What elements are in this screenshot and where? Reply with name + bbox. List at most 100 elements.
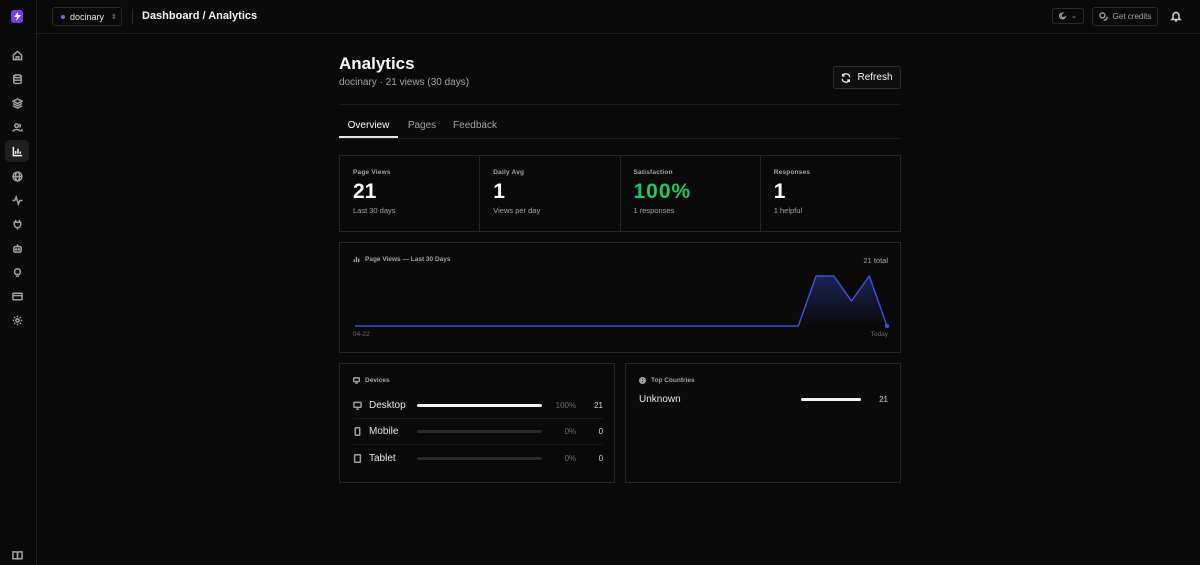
- gear-icon: [12, 315, 22, 325]
- tab-bar: Overview Pages Feedback: [339, 116, 901, 139]
- devices-title: Devices: [365, 377, 390, 384]
- sidebar-item-activity[interactable]: [5, 189, 29, 211]
- device-name: Tablet: [369, 452, 396, 464]
- stat-value: 100%: [633, 180, 692, 203]
- sidebar-item-settings[interactable]: [5, 309, 29, 331]
- country-bar: [801, 397, 861, 401]
- devices-header: Devices: [353, 377, 390, 384]
- bot-icon: [12, 243, 22, 253]
- monitor-icon: [353, 401, 362, 410]
- page-subtitle: docinary · 21 views (30 days): [339, 77, 470, 88]
- stat-value: 1: [773, 180, 786, 203]
- sidebar-item-bot[interactable]: [5, 237, 29, 259]
- page-title: Analytics: [339, 54, 415, 73]
- get-credits-button[interactable]: Get credits: [1092, 7, 1158, 26]
- countries-title: Top Countries: [651, 377, 695, 384]
- chart-total: 21 total: [863, 256, 888, 265]
- notifications-button[interactable]: [1169, 9, 1183, 23]
- tab-feedback[interactable]: Feedback: [448, 116, 502, 138]
- theme-toggle-button[interactable]: ⌄: [1052, 8, 1084, 24]
- device-bar: [416, 404, 543, 407]
- tablet-icon: [353, 453, 362, 463]
- refresh-icon: [842, 72, 851, 83]
- refresh-label: Refresh: [857, 72, 893, 83]
- stat-sub: 1 helpful: [773, 206, 803, 215]
- device-row-mobile: Mobile 0% 0: [353, 419, 603, 445]
- breadcrumb: Dashboard / Analytics: [142, 10, 258, 22]
- sidebar-item-users[interactable]: [5, 116, 29, 138]
- sidebar-item-database[interactable]: [5, 68, 29, 90]
- sidebar-item-analytics[interactable]: [5, 140, 29, 162]
- stat-page-views: Page Views 21 Last 30 days: [340, 156, 481, 231]
- book-icon: [11, 550, 23, 560]
- sidebar-item-ideas[interactable]: [5, 261, 29, 283]
- country-bar-fill: [801, 397, 861, 401]
- country-name: Unknown: [639, 393, 681, 405]
- page-views-chart: [355, 274, 889, 329]
- workspace-dot-icon: [61, 14, 65, 19]
- bar-chart-icon: [12, 146, 22, 156]
- moon-icon: [1059, 12, 1067, 20]
- device-bar: [416, 456, 543, 460]
- x-axis-end-label: Today: [870, 331, 888, 338]
- device-percent: 0%: [564, 427, 577, 436]
- sidebar-item-home[interactable]: [5, 44, 29, 66]
- stat-value: 21: [353, 180, 377, 203]
- device-count: 21: [594, 401, 604, 410]
- device-count: 0: [598, 453, 604, 463]
- workspace-selector[interactable]: docinary ⇕: [52, 7, 122, 26]
- chart-header: Page Views — Last 30 Days: [353, 256, 451, 263]
- tab-pages[interactable]: Pages: [402, 116, 442, 138]
- stat-sub: 1 responses: [633, 206, 675, 215]
- get-credits-label: Get credits: [1112, 12, 1152, 21]
- lightbulb-icon: [13, 267, 21, 277]
- device-name: Mobile: [369, 426, 399, 437]
- countries-header: Top Countries: [639, 377, 695, 384]
- users-icon: [11, 122, 23, 132]
- sidebar-item-layers[interactable]: [5, 92, 29, 114]
- monitor-icon: [353, 377, 360, 384]
- layers-icon: [11, 97, 23, 109]
- stat-value: 1: [493, 180, 505, 203]
- device-percent: 100%: [555, 401, 577, 410]
- app-logo[interactable]: [11, 10, 23, 23]
- countries-card: Top Countries Unknown 21: [625, 363, 901, 483]
- divider: [339, 104, 901, 105]
- sidebar-item-docs[interactable]: [5, 544, 29, 565]
- coins-icon: [1098, 12, 1108, 21]
- sidebar-item-globe[interactable]: [5, 165, 29, 187]
- bar-chart-icon: [353, 256, 360, 263]
- country-row: Unknown 21: [639, 390, 888, 408]
- workspace-name: docinary: [70, 11, 105, 22]
- globe-icon: [11, 170, 23, 182]
- refresh-button[interactable]: Refresh: [833, 66, 901, 89]
- device-name: Desktop: [369, 400, 406, 411]
- chevron-up-down-icon: ⇕: [111, 13, 117, 21]
- device-count: 0: [598, 427, 604, 436]
- stat-responses: Responses 1 1 helpful: [761, 156, 900, 231]
- phone-icon: [353, 427, 362, 436]
- device-bar-fill: [416, 404, 543, 407]
- x-axis-start-label: 04-22: [353, 331, 370, 338]
- page-views-chart-card: Page Views — Last 30 Days 21 total 04-22…: [339, 242, 901, 353]
- stat-label: Page Views: [353, 169, 391, 176]
- plug-icon: [13, 219, 21, 230]
- device-bar: [416, 430, 543, 433]
- activity-icon: [11, 194, 23, 206]
- sidebar-item-billing[interactable]: [5, 285, 29, 307]
- home-icon: [12, 49, 22, 60]
- sidebar-item-integrations[interactable]: [5, 213, 29, 235]
- globe-icon: [639, 377, 646, 384]
- stat-sub: Last 30 days: [353, 206, 396, 215]
- stat-sub: Views per day: [493, 206, 541, 215]
- stat-label: Daily Avg: [493, 169, 525, 176]
- tab-overview[interactable]: Overview: [339, 116, 398, 138]
- device-row-desktop: Desktop 100% 21: [353, 393, 603, 419]
- chart-point: [884, 323, 889, 329]
- devices-card: Devices Desktop 100% 21 Mobile 0% 0 Tabl…: [339, 363, 615, 483]
- device-percent: 0%: [564, 453, 577, 463]
- stat-satisfaction: Satisfaction 100% 1 responses: [621, 156, 761, 231]
- bell-icon: [1170, 11, 1182, 22]
- sidebar: [0, 0, 37, 565]
- stat-daily-avg: Daily Avg 1 Views per day: [480, 156, 621, 231]
